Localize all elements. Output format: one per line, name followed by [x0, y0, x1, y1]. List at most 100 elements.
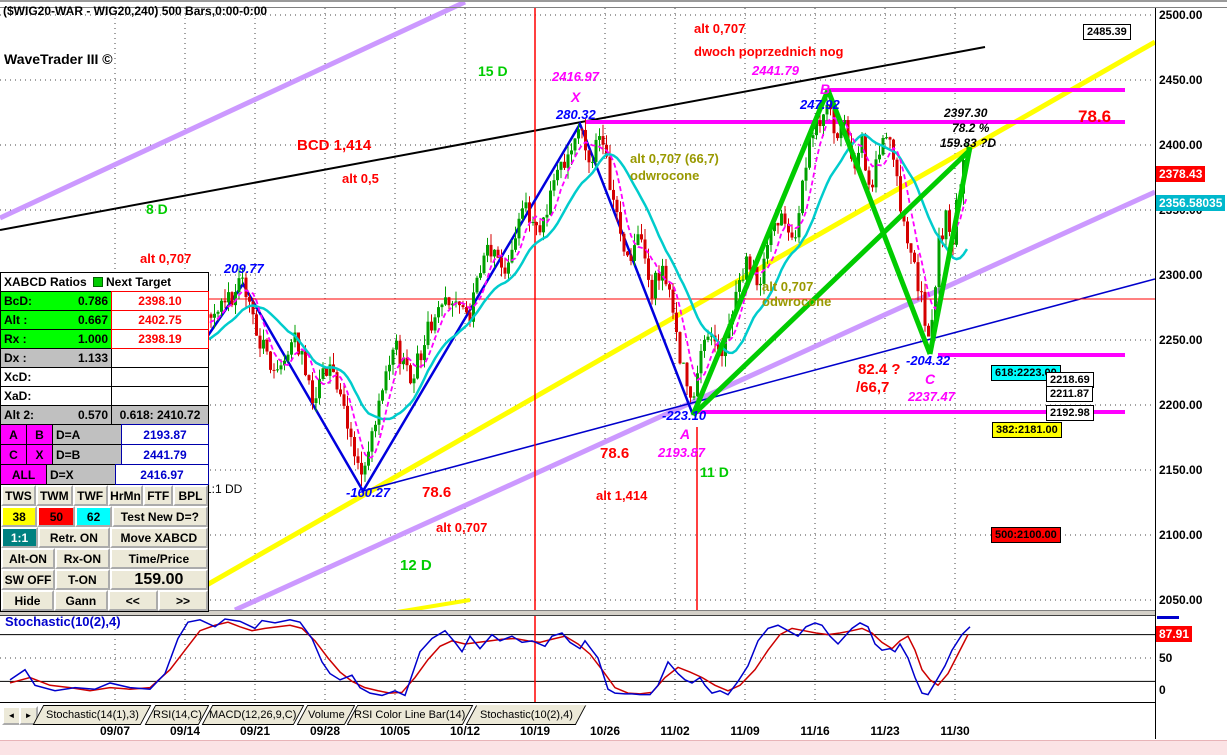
chart-annotation: odwrocone: [630, 168, 700, 183]
ratio-row: BcD: 0.786 2398.10: [1, 291, 209, 311]
indicator-tab-rsi-color-line-bar-14-[interactable]: RSI Color Line Bar(14): [346, 705, 474, 725]
next-target-value: [112, 349, 208, 367]
tab-label: Stochastic(14(1),3): [45, 709, 139, 721]
chart-annotation: 12 D: [400, 557, 432, 574]
chart-annotation: alt 0,707: [436, 520, 488, 535]
chart-annotation: 1:1 DD: [205, 482, 243, 496]
panel-button-50[interactable]: 50: [37, 506, 76, 527]
date-axis-label: 11/23: [870, 724, 900, 738]
price-axis-label: 2200.00: [1159, 398, 1203, 412]
chart-annotation: 2441.79: [752, 63, 799, 78]
panel-button-hide[interactable]: Hide: [1, 590, 54, 611]
point-button[interactable]: ALL: [1, 465, 47, 484]
panel-header: XABCD Ratios Next Target: [1, 273, 208, 292]
panel-header-target: Next Target: [106, 275, 172, 289]
ratio-label: Alt :: [4, 313, 28, 327]
ratio-row: Alt : 0.667 2402.75: [1, 310, 209, 330]
last-price-badge: 87.91: [1156, 626, 1193, 642]
panel-button-62[interactable]: 62: [75, 506, 112, 527]
watermark: WaveTrader III ©: [4, 51, 113, 67]
stoch-bottom-border: [0, 702, 1155, 703]
ratio-value: 1.133: [77, 351, 108, 365]
next-target-value: 0.618: 2410.72: [112, 406, 208, 424]
chart-annotation: dwoch poprzednich nog: [694, 44, 844, 59]
ratio-label: XcD:: [4, 370, 32, 384]
panel-button--[interactable]: >>: [157, 590, 209, 611]
panel-button-hrmn[interactable]: HrMn: [107, 485, 144, 506]
chart-annotation: 2416.97: [552, 69, 599, 84]
panel-button-test-new-d-[interactable]: Test New D=?: [111, 506, 208, 527]
price-axis-label: 2500.00: [1159, 8, 1203, 22]
panel-button-159-00[interactable]: 159.00: [109, 569, 208, 590]
price-level-badge: 2192.98: [1046, 405, 1094, 422]
panel-button-sw-off[interactable]: SW OFF: [1, 569, 55, 590]
chart-annotation: /66,7: [856, 379, 890, 396]
price-axis-label: 2150.00: [1159, 463, 1203, 477]
chart-annotation: 2397.30: [944, 106, 988, 120]
indicator-tab-stochastic-10-2-4-[interactable]: Stochastic(10(2),4): [465, 705, 587, 725]
chart-annotation: 2237.47: [908, 389, 955, 404]
panel-button-alt-on[interactable]: Alt-ON: [1, 548, 55, 569]
price-axis-label: 2300.00: [1159, 268, 1203, 282]
chart-title: ($WIG20-WAR - WIG20,240) 500 Bars,0:00-0…: [3, 4, 268, 18]
panel-button-38[interactable]: 38: [1, 506, 38, 527]
ratio-value: 0.786: [77, 294, 108, 308]
price-axis-label: 2400.00: [1159, 138, 1203, 152]
date-axis-label: 11/02: [660, 724, 690, 738]
panel-button-retr-on[interactable]: Retr. ON: [37, 527, 110, 548]
d-label: D=X: [47, 465, 116, 484]
panel-button-twm[interactable]: TWM: [35, 485, 73, 506]
next-target-value: 2402.75: [111, 310, 209, 330]
chart-annotation: 247.92: [800, 97, 840, 112]
panel-button-tws[interactable]: TWS: [1, 485, 36, 506]
d-point-row: ALL D=X 2416.97: [1, 464, 209, 485]
ratio-value: 0.570: [77, 408, 108, 422]
panel-button--[interactable]: <<: [107, 590, 158, 611]
point-button[interactable]: A: [1, 425, 27, 444]
violet-channel-upper: [0, 2, 467, 221]
panel-button-1-1[interactable]: 1:1: [1, 527, 38, 548]
point-button[interactable]: C: [1, 445, 27, 464]
next-target-value: 2398.19: [111, 329, 209, 349]
panel-button-twf[interactable]: TWF: [72, 485, 108, 506]
next-target-value: [112, 368, 208, 386]
panel-button-bpl[interactable]: BPL: [173, 485, 208, 506]
panel-button-row: Alt-ON Rx-ON Time/Price: [1, 548, 208, 569]
date-axis-label: 11/30: [940, 724, 970, 738]
date-axis-label: 09/07: [99, 724, 131, 738]
panel-button-rx-on[interactable]: Rx-ON: [54, 548, 110, 569]
indicator-tab-macd-12-26-9-c-[interactable]: MACD(12,26,9,C): [201, 705, 305, 725]
last-price-badge: 2378.43: [1156, 166, 1206, 182]
indicator-tab-rsi-14-c-[interactable]: RSI(14,C): [144, 705, 210, 725]
chart-annotation: -160.27: [346, 485, 391, 500]
d-point-row: C X D=B 2441.79: [1, 444, 209, 465]
chart-annotation: 78.6: [422, 484, 452, 501]
xabcd-ratios-panel: XABCD Ratios Next Target BcD: 0.786 2398.1…: [0, 272, 209, 612]
price-axis-label: 2050.00: [1159, 593, 1203, 607]
green-pattern-line: [927, 146, 973, 355]
panel-button-time-price[interactable]: Time/Price: [109, 548, 208, 569]
chart-annotation: C: [925, 371, 936, 387]
chart-annotation: 78.2 %: [952, 121, 990, 135]
panel-button-t-on[interactable]: T-ON: [54, 569, 110, 590]
point-button[interactable]: B: [27, 425, 53, 444]
indicator-label: Stochastic(10(2),4): [5, 614, 121, 629]
date-axis-label: 10/12: [449, 724, 481, 738]
chart-annotation: B: [820, 81, 831, 97]
date-axis-label: 09/28: [309, 724, 341, 738]
chart-annotation: 280.32: [556, 107, 596, 122]
next-target-value: [112, 387, 208, 405]
panel-button-gann[interactable]: Gann: [53, 590, 108, 611]
indicator-tab-stochastic-14-1-3-[interactable]: Stochastic(14(1),3): [32, 705, 152, 725]
tab-label: MACD(12,26,9,C): [209, 709, 297, 721]
panel-button-move-xabcd[interactable]: Move XABCD: [109, 527, 208, 548]
d-value: 2416.97: [115, 464, 209, 485]
date-axis-label: 09/14: [169, 724, 201, 738]
ratio-label: Dx :: [4, 351, 27, 365]
indicator-tab-volume[interactable]: Volume: [296, 705, 356, 725]
point-button[interactable]: X: [27, 445, 53, 464]
panel-button-ftf[interactable]: FTF: [143, 485, 174, 506]
d-point-row: A B D=A 2193.87: [1, 424, 209, 445]
chart-annotation: alt 0,707: [762, 279, 814, 294]
ratio-label: Alt 2:: [4, 408, 34, 422]
